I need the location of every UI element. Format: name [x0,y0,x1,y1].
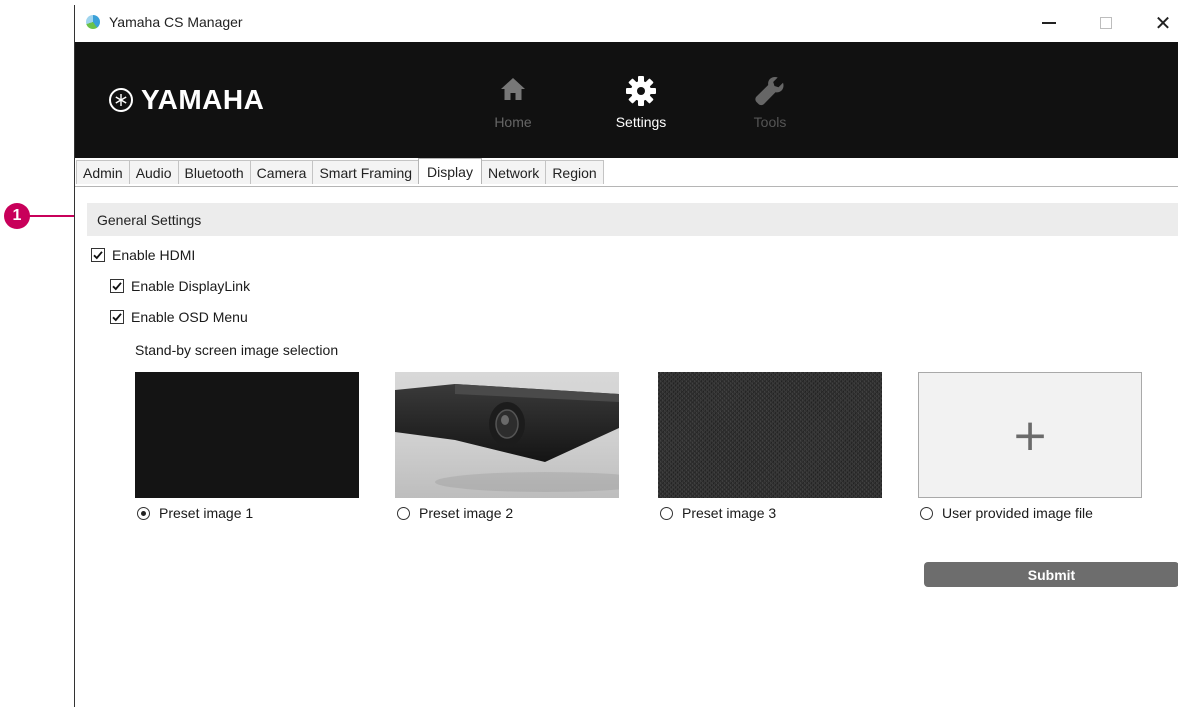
brand-name: YAMAHA [141,84,265,115]
enable-displaylink-option[interactable]: Enable DisplayLink [110,278,250,294]
user-image-file-thumbnail[interactable]: + [918,372,1142,498]
preset-image-3-label: Preset image 3 [682,505,777,521]
preset-image-1-label: Preset image 1 [159,505,254,521]
preset-image-2-label: Preset image 2 [419,505,514,521]
enable-hdmi-checkbox[interactable] [91,248,105,262]
nav-tools-label: Tools [753,114,787,130]
yamaha-logo: YAMAHA [109,84,264,116]
maximize-button[interactable] [1092,9,1120,37]
app-icon [86,15,100,29]
close-icon: ✕ [1154,11,1172,35]
nav-settings[interactable]: Settings [596,74,686,130]
user-image-file-option[interactable]: User provided image file [920,505,1093,521]
tab-admin[interactable]: Admin [76,160,130,184]
general-settings-header: General Settings [87,203,1178,236]
settings-tab-bar: Admin Audio Bluetooth Camera Smart Frami… [75,158,1178,187]
preset-image-3-radio[interactable] [660,506,673,520]
wrench-icon [725,74,815,114]
submit-button[interactable]: Submit [924,562,1178,587]
header-banner: YAMAHA Home Settings Tools [75,42,1178,158]
tab-audio[interactable]: Audio [128,160,179,184]
enable-osd-menu-label: Enable OSD Menu [131,309,248,325]
checkmark-icon [112,282,122,291]
minimize-button[interactable] [1035,9,1063,37]
standby-image-label: Stand-by screen image selection [135,342,339,358]
enable-hdmi-option[interactable]: Enable HDMI [91,247,195,263]
user-image-file-radio[interactable] [920,506,933,520]
nav-home-label: Home [494,114,532,130]
tab-bluetooth[interactable]: Bluetooth [177,160,251,184]
preset-image-3-thumbnail[interactable] [658,372,882,498]
preset-image-1-radio[interactable] [137,506,150,520]
enable-osd-menu-checkbox[interactable] [110,310,124,324]
home-icon [468,74,558,114]
preset-image-1-thumbnail[interactable] [135,372,359,498]
app-window: Yamaha CS Manager ✕ YAMAHA Home Settings… [74,5,1178,707]
nav-home[interactable]: Home [468,74,558,130]
enable-hdmi-label: Enable HDMI [112,247,196,263]
camera-device-image [395,384,619,492]
tab-display[interactable]: Display [418,158,482,184]
checkmark-icon [112,313,122,322]
user-image-file-label: User provided image file [942,505,1093,521]
preset-image-1-option[interactable]: Preset image 1 [137,505,253,521]
enable-osd-menu-option[interactable]: Enable OSD Menu [110,309,248,325]
window-title: Yamaha CS Manager [109,14,243,30]
preset-image-2-option[interactable]: Preset image 2 [397,505,513,521]
checkmark-icon [93,251,103,260]
nav-settings-label: Settings [615,114,667,130]
tab-network[interactable]: Network [480,160,547,184]
preset-image-2-thumbnail[interactable] [395,372,619,498]
preset-image-2-radio[interactable] [397,506,410,520]
tab-smart-framing[interactable]: Smart Framing [312,160,420,184]
close-button[interactable]: ✕ [1149,9,1177,37]
callout-badge: 1 [4,203,30,229]
plus-icon: + [1011,409,1049,461]
tab-region[interactable]: Region [545,160,604,184]
tuning-fork-logo-icon [109,88,133,112]
enable-displaylink-label: Enable DisplayLink [131,278,251,294]
nav-tools[interactable]: Tools [725,74,815,130]
title-bar: Yamaha CS Manager ✕ [75,5,1178,42]
tab-camera[interactable]: Camera [249,160,314,184]
gear-icon [596,74,686,114]
enable-displaylink-checkbox[interactable] [110,279,124,293]
preset-image-3-option[interactable]: Preset image 3 [660,505,776,521]
